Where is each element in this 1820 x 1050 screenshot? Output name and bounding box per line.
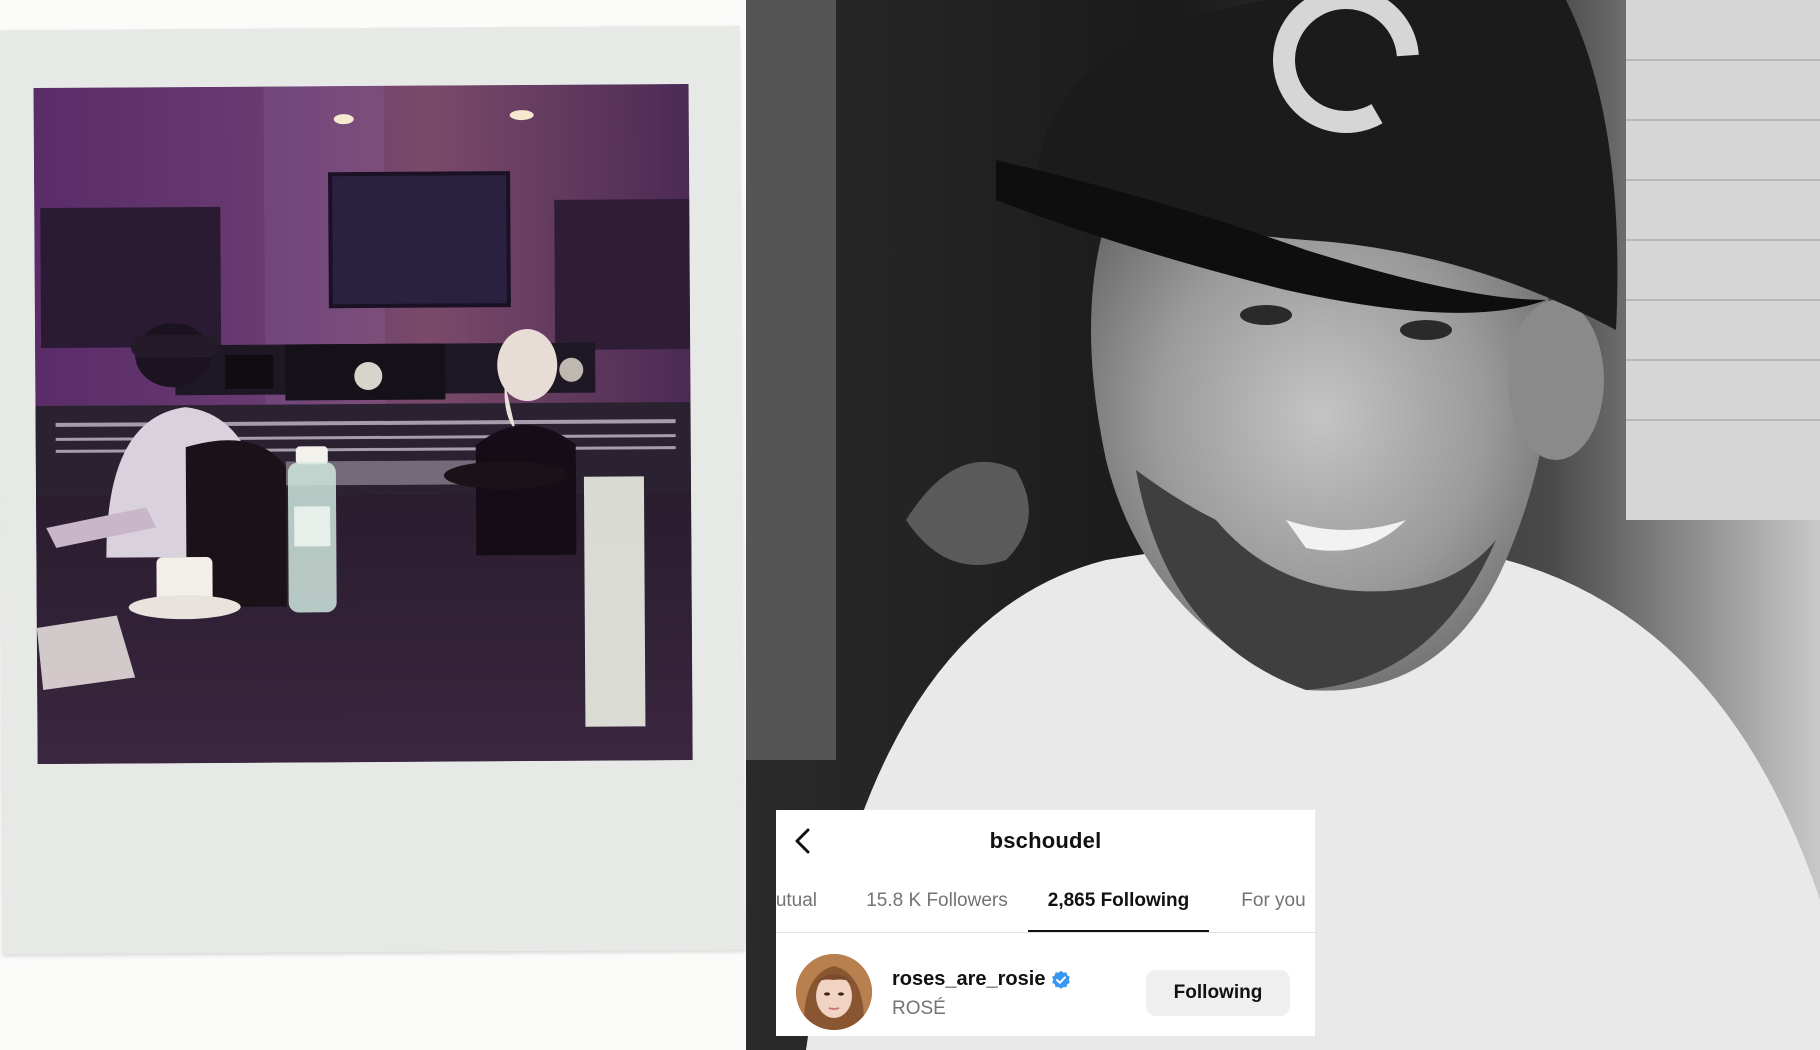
polaroid-panel [0, 0, 746, 1050]
verified-badge-icon [1051, 970, 1071, 990]
username-row: roses_are_rosie [892, 968, 1071, 991]
tab-for-you[interactable]: For you [1226, 872, 1315, 930]
follow-tabs: Mutual 15.8 K Followers 2,865 Following … [776, 872, 1315, 933]
list-item[interactable]: roses_are_rosie ROSÉ Following [776, 932, 1315, 1036]
tab-following[interactable]: 2,865 Following [1028, 872, 1209, 932]
avatar-image [796, 954, 872, 1030]
studio-photo [33, 84, 693, 765]
tab-followers[interactable]: 15.8 K Followers [858, 872, 1016, 930]
profile-header: bschoudel [776, 810, 1315, 872]
profile-username-title: bschoudel [989, 828, 1102, 853]
instagram-following-card: bschoudel Mutual 15.8 K Followers 2,865 … [776, 810, 1315, 1036]
username[interactable]: roses_are_rosie [892, 968, 1045, 991]
tab-mutual[interactable]: Mutual [776, 872, 828, 930]
collage: bschoudel Mutual 15.8 K Followers 2,865 … [0, 0, 1820, 1050]
avatar[interactable] [796, 954, 872, 1030]
polaroid-frame [0, 25, 745, 955]
following-button[interactable]: Following [1146, 970, 1290, 1016]
full-name: ROSÉ [892, 998, 946, 1019]
